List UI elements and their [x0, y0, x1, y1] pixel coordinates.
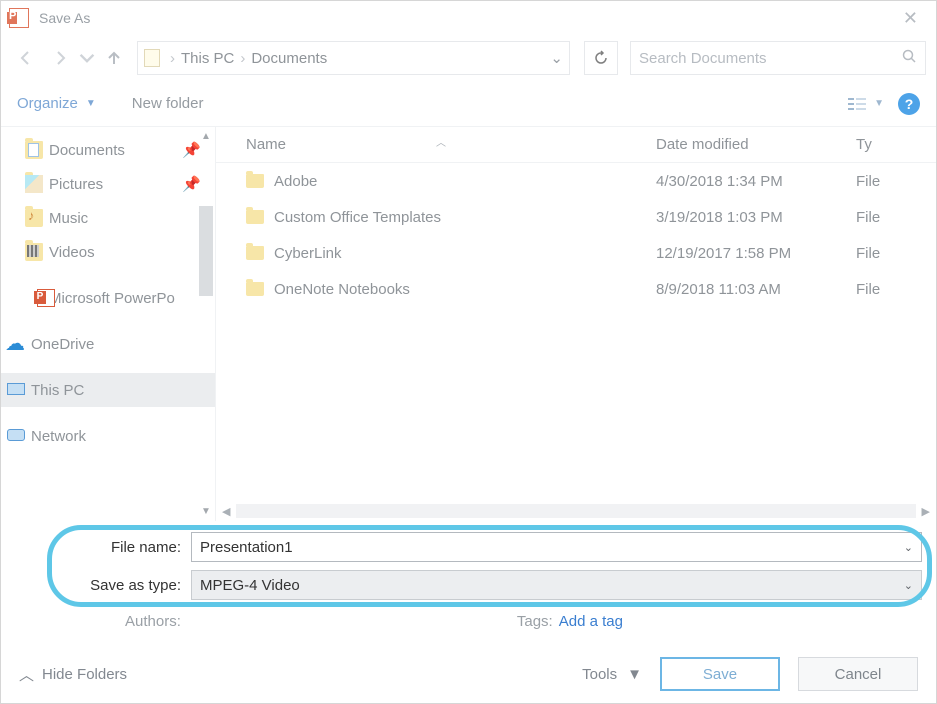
folder-icon — [246, 246, 264, 260]
scroll-up-icon[interactable]: ▲ — [201, 127, 211, 146]
sidebar-item-label: OneDrive — [31, 336, 94, 353]
sidebar-item-thispc[interactable]: This PC — [1, 373, 215, 407]
bottom-panel: File name: Presentation1 ⌄ Save as type:… — [1, 521, 936, 645]
file-list-header: Name ︿ Date modified Ty — [216, 127, 936, 163]
save-as-type-label: Save as type: — [15, 577, 191, 594]
footer: ︿ Hide Folders Tools ▼ Save Cancel — [1, 645, 936, 703]
sidebar-item-label: Videos — [49, 244, 95, 261]
sidebar-item-documents[interactable]: Documents 📌 — [1, 133, 215, 167]
location-icon — [144, 49, 160, 67]
search-box[interactable]: Search Documents — [630, 41, 926, 75]
toolbar: Organize ▼ New folder ▼ ? — [1, 81, 936, 127]
search-icon — [901, 48, 917, 68]
scrollbar-thumb[interactable] — [199, 206, 213, 296]
network-icon — [7, 427, 25, 445]
titlebar: Save As ✕ — [1, 1, 936, 35]
tags-label: Tags: — [517, 613, 553, 630]
sidebar-item-onedrive[interactable]: OneDrive — [1, 327, 215, 361]
breadcrumb-current[interactable]: Documents — [247, 50, 331, 67]
file-pane: Name ︿ Date modified Ty Adobe 4/30/2018 … — [215, 127, 936, 521]
address-dropdown-icon[interactable]: ⌄ — [550, 49, 563, 67]
organize-button[interactable]: Organize — [17, 95, 78, 112]
videos-folder-icon — [25, 243, 43, 261]
new-folder-button[interactable]: New folder — [132, 95, 204, 112]
column-header-type[interactable]: Ty — [856, 136, 936, 153]
save-as-type-dropdown[interactable]: MPEG-4 Video ⌄ — [191, 570, 922, 600]
column-header-date[interactable]: Date modified — [656, 136, 856, 153]
breadcrumb-root[interactable]: This PC — [177, 50, 238, 67]
cancel-button[interactable]: Cancel — [798, 657, 918, 691]
chevron-down-icon: ▼ — [627, 666, 642, 683]
this-pc-icon — [7, 381, 25, 399]
address-bar[interactable]: › This PC › Documents ⌄ — [137, 41, 570, 75]
column-header-name[interactable]: Name ︿ — [216, 136, 656, 153]
folder-icon — [246, 210, 264, 224]
filename-input[interactable]: Presentation1 ⌄ — [191, 532, 922, 562]
file-row[interactable]: Custom Office Templates 3/19/2018 1:03 P… — [216, 199, 936, 235]
filename-label: File name: — [15, 539, 191, 556]
sidebar-item-pictures[interactable]: Pictures 📌 — [1, 167, 215, 201]
forward-button[interactable] — [45, 43, 75, 73]
file-row[interactable]: CyberLink 12/19/2017 1:58 PM File — [216, 235, 936, 271]
chevron-down-icon[interactable]: ⌄ — [904, 541, 913, 554]
file-row[interactable]: OneNote Notebooks 8/9/2018 11:03 AM File — [216, 271, 936, 307]
navbar: › This PC › Documents ⌄ Search Documents — [1, 35, 936, 81]
add-tag-link[interactable]: Add a tag — [559, 613, 623, 630]
window-title: Save As — [39, 10, 90, 26]
hide-folders-button[interactable]: ︿ Hide Folders — [19, 664, 127, 685]
powerpoint-app-icon — [9, 8, 29, 28]
chevron-right-icon: › — [238, 50, 247, 67]
sidebar: Documents 📌 Pictures 📌 Music Videos Micr… — [1, 127, 215, 521]
recent-dropdown-icon[interactable] — [79, 43, 95, 73]
sidebar-item-label: Microsoft PowerPo — [49, 290, 175, 307]
onedrive-icon — [7, 335, 25, 353]
sidebar-item-label: Pictures — [49, 176, 103, 193]
pictures-folder-icon — [25, 175, 43, 193]
sidebar-item-label: Music — [49, 210, 88, 227]
folder-icon — [246, 174, 264, 188]
sidebar-item-network[interactable]: Network — [1, 419, 215, 453]
tools-dropdown[interactable]: Tools ▼ — [582, 666, 642, 683]
file-row[interactable]: Adobe 4/30/2018 1:34 PM File — [216, 163, 936, 199]
sort-asc-icon: ︿ — [436, 134, 446, 149]
documents-folder-icon — [25, 141, 43, 159]
close-icon[interactable]: ✕ — [893, 4, 928, 33]
sidebar-item-music[interactable]: Music — [1, 201, 215, 235]
help-icon[interactable]: ? — [898, 93, 920, 115]
sidebar-item-powerpoint[interactable]: Microsoft PowerPo — [1, 281, 215, 315]
sidebar-item-label: Network — [31, 428, 86, 445]
up-button[interactable] — [99, 43, 129, 73]
folder-icon — [246, 282, 264, 296]
music-folder-icon — [25, 209, 43, 227]
save-button[interactable]: Save — [660, 657, 780, 691]
chevron-down-icon[interactable]: ⌄ — [904, 579, 913, 592]
back-button[interactable] — [11, 43, 41, 73]
horizontal-scrollbar[interactable]: ◀ ▶ — [216, 501, 936, 521]
view-options-button[interactable]: ▼ — [848, 96, 884, 112]
chevron-right-icon: › — [168, 50, 177, 67]
file-list: Adobe 4/30/2018 1:34 PM File Custom Offi… — [216, 163, 936, 501]
search-placeholder: Search Documents — [639, 50, 901, 67]
sidebar-item-label: This PC — [31, 382, 84, 399]
authors-label: Authors: — [125, 613, 181, 630]
sidebar-item-label: Documents — [49, 142, 125, 159]
scrollbar-track[interactable] — [236, 504, 915, 518]
scroll-right-icon[interactable]: ▶ — [922, 505, 930, 518]
refresh-button[interactable] — [584, 41, 618, 75]
sidebar-scrollbar[interactable]: ▲ ▼ — [197, 127, 215, 521]
scroll-down-icon[interactable]: ▼ — [201, 502, 211, 521]
sidebar-item-videos[interactable]: Videos — [1, 235, 215, 269]
organize-dropdown-icon[interactable]: ▼ — [86, 98, 96, 109]
save-as-dialog: Save As ✕ › This PC › Documents ⌄ Search… — [0, 0, 937, 704]
scroll-left-icon[interactable]: ◀ — [222, 505, 230, 518]
chevron-up-icon: ︿ — [19, 664, 34, 685]
powerpoint-icon — [37, 289, 55, 307]
